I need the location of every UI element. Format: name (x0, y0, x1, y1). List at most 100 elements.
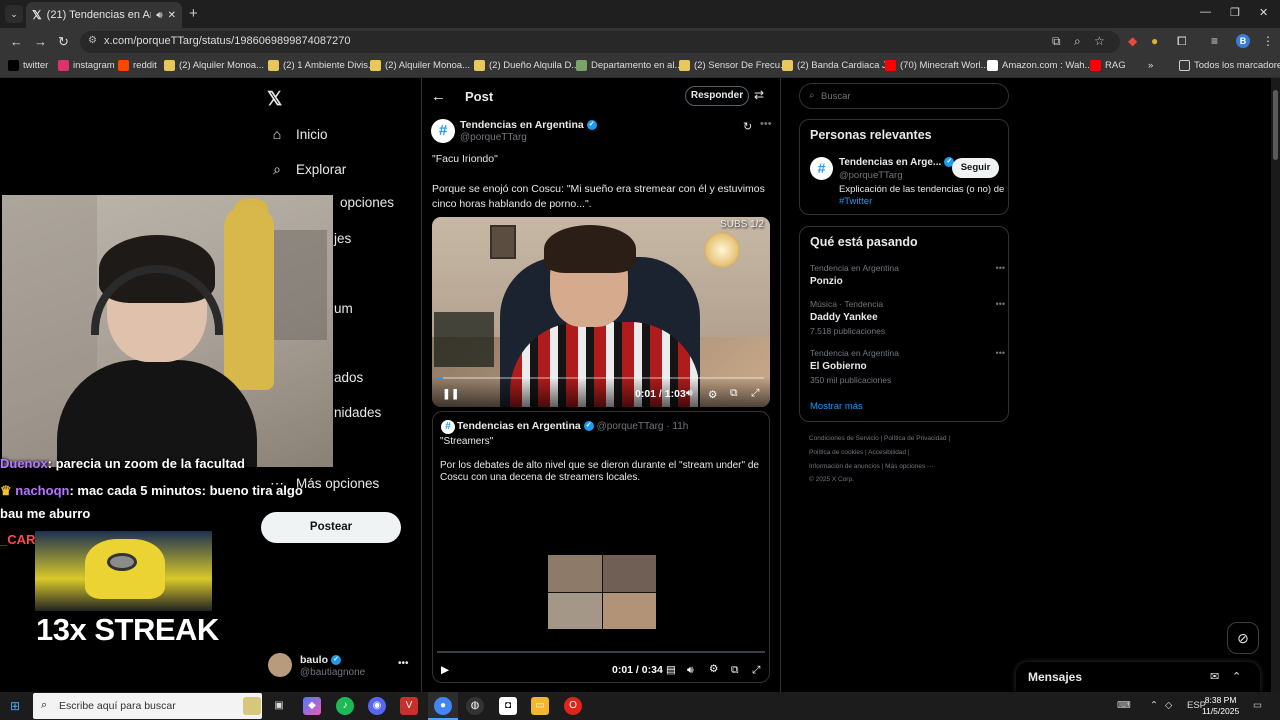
minimize-icon[interactable]: — (1200, 6, 1211, 18)
speaker-icon[interactable]: 🔊︎ (156, 10, 162, 21)
new-tab-button[interactable]: + (189, 5, 198, 22)
scrollbar-thumb[interactable] (1273, 90, 1278, 160)
bookmark-item[interactable]: (2) Sensor De Frecu... (679, 60, 788, 71)
bookmark-item[interactable]: (2) 1 Ambiente Divis... (268, 60, 376, 71)
keyboard-icon[interactable]: ⌨ (1117, 700, 1131, 711)
new-message-icon[interactable]: ✉ (1210, 670, 1219, 683)
nav-notifications[interactable]: opciones (340, 195, 394, 210)
nav-premium[interactable]: um (334, 301, 353, 316)
chrome-icon[interactable]: ● (434, 697, 452, 715)
footer-links-1[interactable]: Condiciones de Servicio | Política de Pr… (809, 435, 950, 442)
notifications-icon[interactable]: ▭ (1253, 700, 1262, 711)
captions-icon[interactable]: ▤ (666, 664, 676, 676)
profile-avatar[interactable]: B (1236, 34, 1250, 48)
nav-explore[interactable]: ⌕ Explorar (268, 161, 346, 178)
volume-icon[interactable]: 🔊︎ (687, 664, 694, 677)
reply-settings-icon[interactable]: ⇄ (754, 88, 764, 102)
voicemod-icon[interactable]: V (400, 697, 418, 715)
bookmarks-overflow-button[interactable]: » (1148, 60, 1153, 71)
trend-item[interactable]: Música · Tendencia Daddy Yankee 7.518 pu… (810, 299, 1005, 336)
volume-icon[interactable]: 🔊︎ (686, 387, 693, 400)
show-more-link[interactable]: Mostrar más (810, 401, 863, 412)
expand-icon[interactable]: ⌃ (1232, 670, 1241, 683)
pause-icon[interactable]: ❚❚ (442, 388, 460, 400)
x-logo-icon[interactable]: 𝕏 (267, 88, 282, 111)
post-video[interactable]: SUBS 1/2 ❚❚ 0:01 / 1:03 🔊︎ ⚙︎ ⧉ ⤢ (432, 217, 770, 407)
extension-icon-1[interactable]: ◆ (1128, 34, 1137, 48)
address-bar[interactable]: ⚙︎ x.com/porqueTTarg/status/198606989987… (80, 31, 1120, 53)
chrome-menu-icon[interactable]: ⋮ (1262, 34, 1274, 48)
page-scrollbar[interactable] (1271, 78, 1280, 692)
copilot-icon[interactable]: ◆ (303, 697, 321, 715)
relevant-name[interactable]: Tendencias en Arge... ✓ (839, 157, 955, 168)
bookmark-item[interactable]: (2) Banda Cardiaca J... (782, 60, 895, 71)
media-control-icon[interactable]: ≡ (1211, 34, 1218, 48)
zoom-icon[interactable]: ⌕ (1074, 34, 1081, 49)
trend-more-icon[interactable]: ••• (996, 263, 1005, 273)
browser-tab[interactable]: 𝕏 (21) Tendencias en Argentin 🔊︎ ✕ (26, 2, 182, 28)
footer-links-2[interactable]: Política de cookies | Accesibilidad | (809, 449, 910, 456)
bookmark-item[interactable]: Amazon.com : Wah... (987, 60, 1092, 71)
extensions-puzzle-icon[interactable]: ⧠ (1177, 34, 1187, 49)
bookmark-star-icon[interactable]: ☆ (1094, 34, 1105, 48)
post-author-handle[interactable]: @porqueTTarg (460, 132, 527, 143)
post-author-avatar[interactable]: # (431, 119, 455, 143)
post-more-icon[interactable]: ••• (760, 118, 772, 130)
grok-button-icon[interactable]: ⊘ (1227, 622, 1259, 654)
search-input[interactable]: ⌕ Buscar (799, 83, 1009, 109)
bookmark-item[interactable]: reddit (118, 60, 157, 71)
forward-icon[interactable]: → (34, 34, 47, 49)
network-icon[interactable]: ◇ (1165, 700, 1172, 711)
bookmark-item[interactable]: twitter (8, 60, 48, 71)
reply-button[interactable]: Responder (685, 86, 749, 106)
follow-button[interactable]: Seguir (952, 158, 999, 178)
cast-icon[interactable]: ⧉ (1052, 34, 1061, 49)
extension-icon-2[interactable]: ● (1151, 34, 1158, 48)
quoted-video-thumbnail[interactable] (548, 555, 656, 629)
tray-expand-icon[interactable]: ⌃ (1150, 700, 1158, 711)
relevant-avatar[interactable]: # (810, 157, 833, 180)
post-author-name[interactable]: Tendencias en Argentina ✓ (460, 119, 597, 131)
video-settings-icon[interactable]: ⚙︎ (709, 663, 718, 675)
taskbar-search-input[interactable]: ⌕ Escribe aquí para buscar (33, 693, 262, 719)
quoted-post[interactable]: # Tendencias en Argentina ✓ @porqueTTarg … (432, 411, 770, 683)
capcut-icon[interactable]: ◘ (499, 697, 517, 715)
back-arrow-icon[interactable]: ← (431, 88, 446, 105)
footer-links-3[interactable]: Información de anuncios | Más opciones ·… (809, 463, 934, 470)
account-more-icon[interactable]: ••• (398, 658, 409, 669)
back-icon[interactable]: ← (10, 34, 23, 49)
nav-messages[interactable]: jes (334, 231, 351, 246)
all-bookmarks-folder[interactable]: Todos los marcadores (1179, 60, 1280, 71)
bookmark-item[interactable]: Departamento en al... (576, 60, 682, 71)
bookmark-item[interactable]: (2) Dueño Alquila D... (474, 60, 579, 71)
pip-icon[interactable]: ⧉ (731, 664, 739, 677)
nav-home[interactable]: ⌂ Inicio (268, 126, 328, 142)
trend-more-icon[interactable]: ••• (996, 348, 1005, 358)
nav-communities[interactable]: nidades (334, 405, 381, 420)
play-icon[interactable]: ▶ (441, 664, 449, 676)
trend-item[interactable]: Tendencia en Argentina El Gobierno 350 m… (810, 348, 1005, 385)
grok-icon[interactable]: ↻ (743, 120, 752, 133)
close-window-icon[interactable]: ✕ (1259, 6, 1268, 19)
video-settings-icon[interactable]: ⚙︎ (708, 389, 717, 401)
restore-icon[interactable]: ❐ (1230, 6, 1240, 19)
windows-start-icon[interactable]: ⊞ (10, 699, 20, 713)
nav-bookmarks[interactable]: ados (334, 370, 363, 385)
site-info-icon[interactable]: ⚙︎ (88, 35, 97, 46)
task-view-icon[interactable]: ▣ (270, 697, 288, 715)
trend-item[interactable]: Tendencia en Argentina Ponzio ••• (810, 263, 1005, 287)
video-progress[interactable] (438, 377, 764, 379)
discord-icon[interactable]: ◉ (368, 697, 386, 715)
bookmark-item[interactable]: RAG (1090, 60, 1126, 71)
bookmark-item[interactable]: (70) Minecraft Worl... (885, 60, 989, 71)
obs-icon[interactable]: ◍ (466, 697, 484, 715)
tab-search-button[interactable]: ⌄ (5, 5, 23, 23)
fullscreen-icon[interactable]: ⤢ (752, 664, 760, 677)
bookmark-item[interactable]: (2) Alquiler Monoa... (370, 60, 470, 71)
file-explorer-icon[interactable]: ▭ (531, 697, 549, 715)
quoted-video-progress[interactable] (437, 651, 765, 653)
bookmark-item[interactable]: instagram (58, 60, 115, 71)
pip-icon[interactable]: ⧉ (730, 387, 738, 400)
post-button[interactable]: Postear (261, 512, 401, 543)
spotify-icon[interactable]: ♪ (336, 697, 354, 715)
